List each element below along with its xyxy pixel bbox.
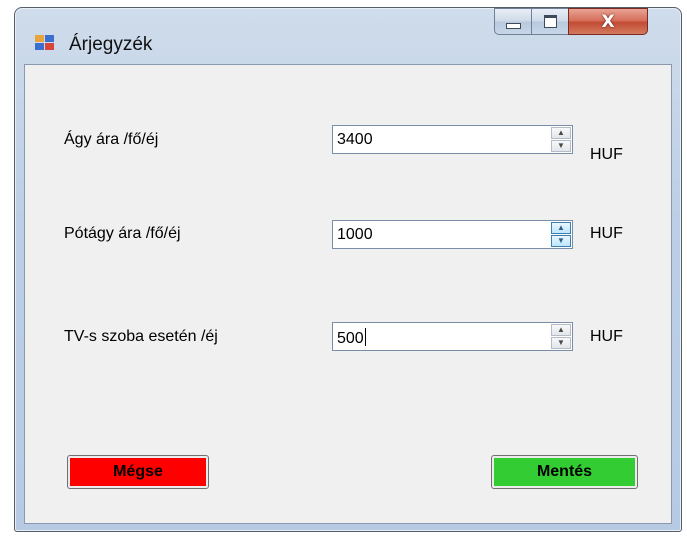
minimize-icon: [505, 23, 521, 29]
bed-price-down-icon[interactable]: ▼: [551, 140, 571, 152]
bed-price-stepper[interactable]: 3400 ▲ ▼: [332, 125, 573, 154]
extra-bed-price-unit: HUF: [590, 225, 623, 242]
tv-room-price-unit: HUF: [590, 328, 623, 345]
close-button[interactable]: X: [568, 8, 648, 35]
save-button-label: Mentés: [494, 458, 635, 486]
cancel-button-label: Mégse: [70, 458, 206, 486]
title-bar[interactable]: Árjegyzék X: [15, 8, 681, 64]
text-caret: [364, 328, 366, 346]
save-button[interactable]: Mentés: [491, 455, 638, 489]
tv-room-price-down-icon[interactable]: ▼: [551, 337, 571, 349]
bed-price-value[interactable]: 3400: [337, 131, 373, 149]
close-icon: X: [601, 11, 615, 32]
cancel-button[interactable]: Mégse: [67, 455, 209, 489]
extra-bed-price-label: Pótágy ára /fő/éj: [64, 225, 181, 242]
bed-price-label: Ágy ára /fő/éj: [64, 131, 159, 148]
maximize-button[interactable]: [531, 8, 569, 35]
tv-room-price-label: TV-s szoba esetén /éj: [64, 328, 218, 345]
maximize-icon: [543, 15, 557, 28]
extra-bed-price-stepper[interactable]: 1000 ▲ ▼: [332, 220, 573, 249]
client-area: Ágy ára /fő/éj 3400 ▲ ▼ HUF Pótágy ára /…: [24, 64, 672, 524]
window-title: Árjegyzék: [69, 34, 153, 55]
app-icon: [35, 35, 55, 51]
window: Árjegyzék X Ágy ára /fő/éj 3400 ▲ ▼ HUF …: [14, 7, 682, 532]
bed-price-up-icon[interactable]: ▲: [551, 127, 571, 139]
bed-price-unit: HUF: [590, 146, 623, 163]
extra-bed-price-up-icon[interactable]: ▲: [551, 222, 571, 234]
minimize-button[interactable]: [494, 8, 532, 35]
extra-bed-price-down-icon[interactable]: ▼: [551, 235, 571, 247]
tv-room-price-stepper[interactable]: 500 ▲ ▼: [332, 322, 573, 351]
tv-room-price-value[interactable]: 500: [337, 330, 364, 347]
extra-bed-price-value[interactable]: 1000: [337, 226, 373, 244]
tv-room-price-up-icon[interactable]: ▲: [551, 324, 571, 336]
